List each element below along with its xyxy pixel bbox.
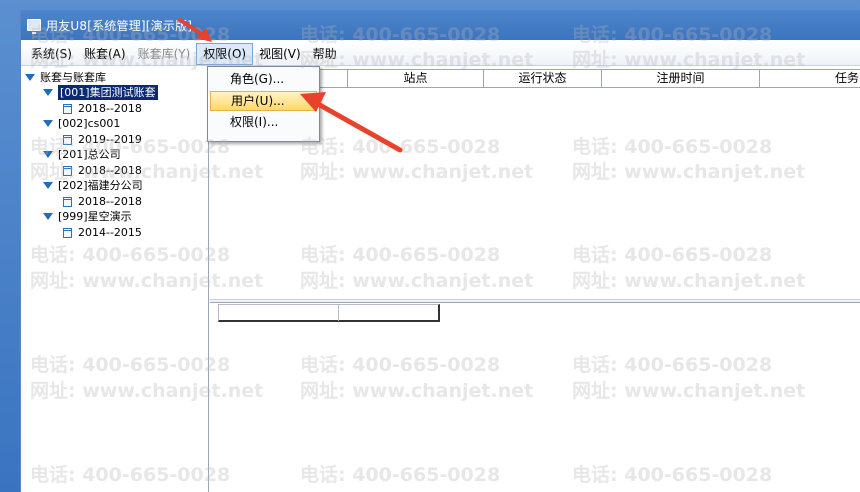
expand-triangle-icon[interactable] (43, 213, 53, 220)
menu-account[interactable]: 账套(A) (78, 43, 132, 65)
document-icon (63, 134, 72, 145)
tree-leaf-001[interactable]: 2018--2018 (63, 101, 142, 116)
expand-triangle-icon[interactable] (43, 89, 53, 96)
document-icon (63, 165, 72, 176)
account-tree: 账套与账套库 [001]集团测试账套 2018--2018 [002]cs001… (21, 67, 209, 492)
menu-system[interactable]: 系统(S) (25, 43, 78, 65)
tree-node-label: [002]cs001 (58, 117, 121, 130)
tree-root-label: 账套与账套库 (40, 71, 106, 84)
tree-leaf-002[interactable]: 2019--2019 (63, 132, 142, 147)
tree-node-label: [202]福建分公司 (58, 179, 143, 192)
app-window: 用友U8[系统管理][演示版] 系统(S) 账套(A) 账套库(Y) 权限(O)… (20, 10, 860, 492)
tree-root[interactable]: 账套与账套库 (25, 70, 106, 85)
tree-leaf-label: 2018--2018 (78, 195, 142, 208)
permission-dropdown-menu: 角色(G)... 用户(U)... 权限(I)... (207, 66, 320, 142)
expand-triangle-icon[interactable] (43, 182, 53, 189)
menu-permission[interactable]: 权限(O) (196, 42, 254, 65)
tree-node-label: [201]总公司 (58, 148, 121, 161)
expand-triangle-icon[interactable] (25, 74, 35, 81)
column-header-site[interactable]: 站点 (348, 70, 484, 87)
column-header-register-time[interactable]: 注册时间 (602, 70, 760, 87)
tree-node-001[interactable]: [001]集团测试账套 (43, 85, 158, 100)
document-icon (63, 227, 72, 238)
column-header-status[interactable]: 运行状态 (484, 70, 602, 87)
tree-node-label: [999]星空演示 (58, 210, 132, 223)
document-icon (63, 196, 72, 207)
lower-grid-header (218, 304, 440, 322)
tree-leaf-label: 2019--2019 (78, 133, 142, 146)
tree-node-002[interactable]: [002]cs001 (43, 116, 120, 131)
title-bar[interactable]: 用友U8[系统管理][演示版] (21, 10, 860, 40)
pane-splitter[interactable] (210, 299, 860, 303)
tree-leaf-202[interactable]: 2018--2018 (63, 194, 142, 209)
lower-column-2[interactable] (339, 305, 437, 321)
tree-node-201[interactable]: [201]总公司 (43, 147, 121, 162)
expand-triangle-icon[interactable] (43, 120, 53, 127)
tree-leaf-201[interactable]: 2018--2018 (63, 163, 142, 178)
expand-triangle-icon[interactable] (43, 151, 53, 158)
tree-node-999[interactable]: [999]星空演示 (43, 209, 132, 224)
menu-help[interactable]: 帮助 (307, 43, 343, 65)
tree-node-202[interactable]: [202]福建分公司 (43, 178, 143, 193)
document-icon (63, 103, 72, 114)
tree-leaf-label: 2018--2018 (78, 102, 142, 115)
app-monitor-icon (27, 19, 41, 34)
tree-node-label: [001]集团测试账套 (58, 85, 158, 100)
menu-item-permission[interactable]: 权限(I)... (210, 112, 317, 132)
column-header-task[interactable]: 任务 (760, 70, 860, 87)
lower-column-1[interactable] (219, 305, 339, 321)
window-title: 用友U8[系统管理][演示版] (46, 18, 193, 33)
menu-view[interactable]: 视图(V) (253, 43, 307, 65)
menu-account-library[interactable]: 账套库(Y) (132, 43, 197, 65)
tree-leaf-label: 2018--2018 (78, 164, 142, 177)
menu-bar: 系统(S) 账套(A) 账套库(Y) 权限(O) 视图(V) 帮助 (21, 42, 860, 66)
tree-leaf-999[interactable]: 2014--2015 (63, 225, 142, 240)
menu-item-user[interactable]: 用户(U)... (210, 91, 317, 111)
menu-item-role[interactable]: 角色(G)... (210, 69, 317, 89)
tree-leaf-label: 2014--2015 (78, 226, 142, 239)
